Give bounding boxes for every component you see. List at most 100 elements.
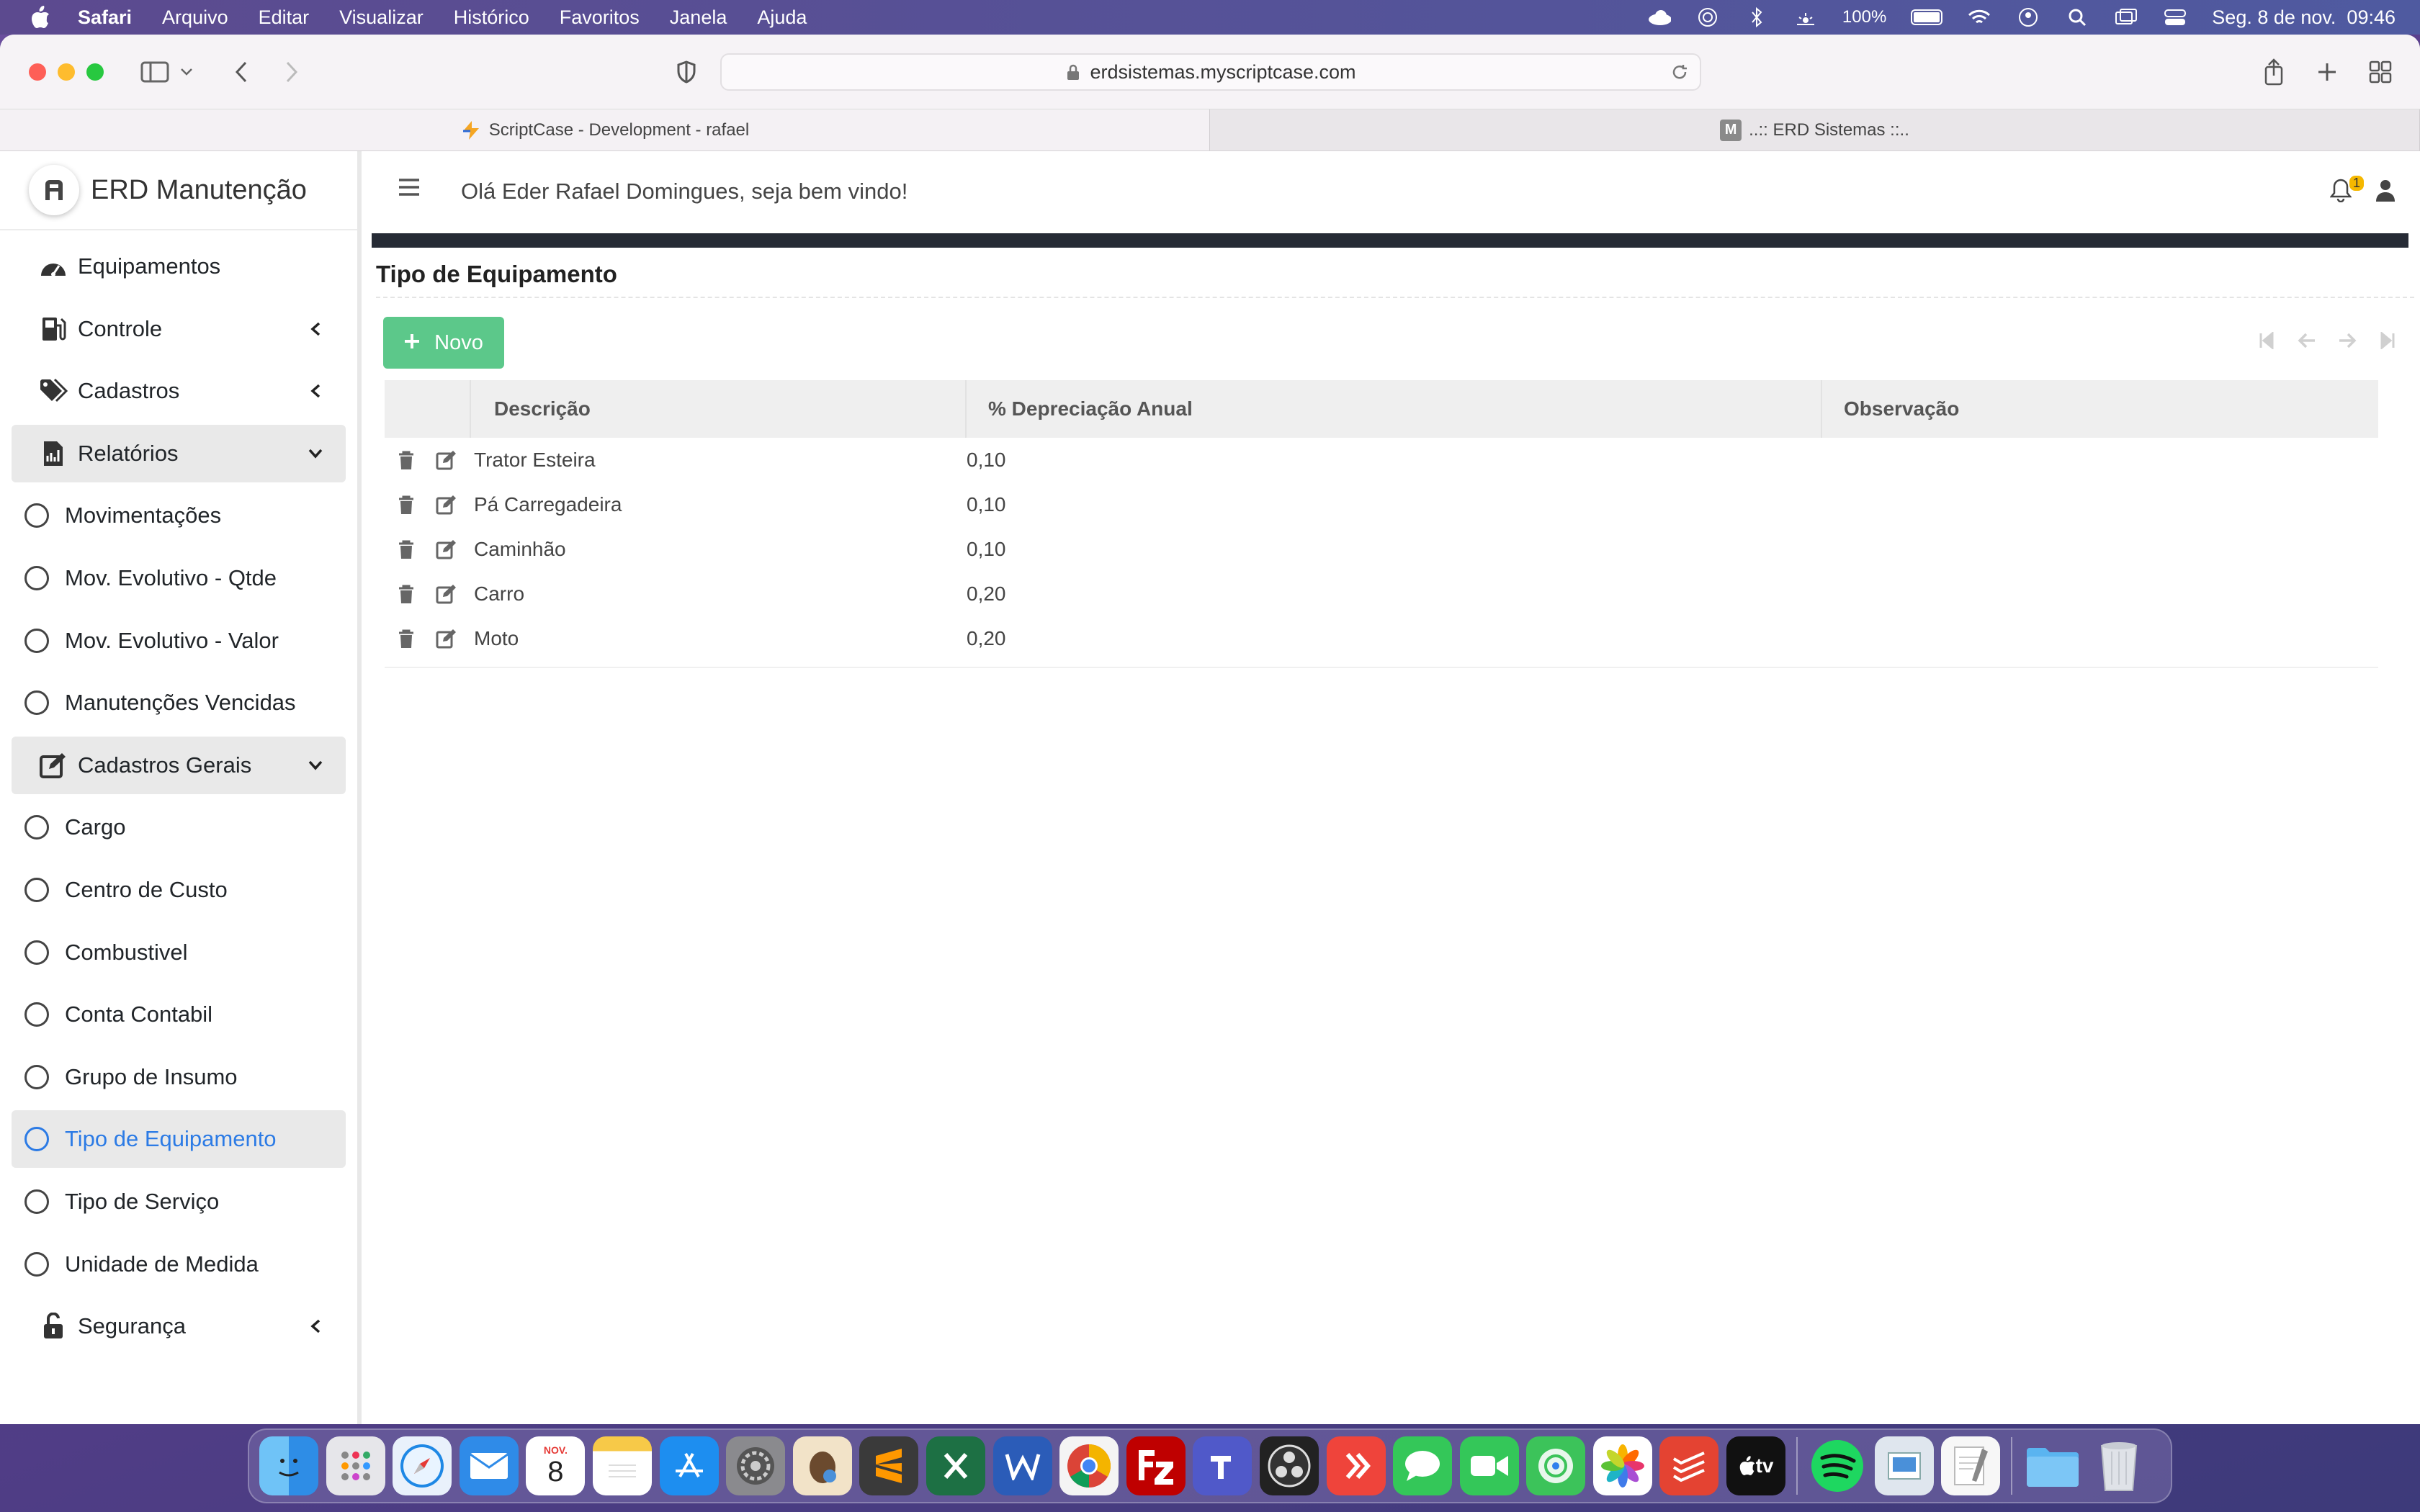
sidebar-item-combustivel[interactable]: Combustivel: [12, 924, 346, 981]
notification-bell-icon[interactable]: 1: [2325, 174, 2364, 206]
trash-icon[interactable]: [395, 627, 418, 650]
tab-erd-sistemas[interactable]: M ..:: ERD Sistemas ::..: [1210, 109, 2420, 150]
trash-icon[interactable]: [395, 493, 418, 516]
column-header-depreciacao[interactable]: % Depreciação Anual: [967, 380, 1822, 438]
edit-icon[interactable]: [435, 582, 458, 606]
next-page-icon[interactable]: [2335, 328, 2360, 353]
menu-arquivo[interactable]: Arquivo: [162, 6, 228, 29]
app-store-icon[interactable]: [659, 1436, 719, 1495]
icloud-icon[interactable]: [1646, 6, 1671, 28]
sidebar-item-cadastros[interactable]: Cadastros: [12, 362, 346, 420]
sidebar-item-mov-evolutivo-qtde[interactable]: Mov. Evolutivo - Qtde: [12, 549, 346, 607]
zoom-window-button[interactable]: [86, 63, 104, 81]
calendar-icon[interactable]: NOV. 8: [526, 1436, 586, 1495]
brand[interactable]: ERD Manutenção: [0, 151, 357, 230]
minimize-window-button[interactable]: [58, 63, 75, 81]
apple-icon[interactable]: [27, 4, 53, 30]
screen-mirroring-icon[interactable]: [2114, 6, 2138, 28]
hamburger-menu-icon[interactable]: [395, 173, 424, 202]
launchpad-icon[interactable]: [326, 1436, 385, 1495]
brightness-icon[interactable]: [1793, 6, 1818, 28]
photos-icon[interactable]: [1592, 1436, 1652, 1495]
chrome-icon[interactable]: [1059, 1436, 1119, 1495]
sidebar-item-grupo-de-insumo[interactable]: Grupo de Insumo: [12, 1048, 346, 1106]
column-header-observacao[interactable]: Observação: [1822, 380, 2378, 438]
messages-icon[interactable]: [1393, 1436, 1453, 1495]
textedit-icon[interactable]: [1941, 1436, 2001, 1495]
wifi-icon[interactable]: [1967, 6, 1991, 28]
user-profile-icon[interactable]: [2371, 174, 2400, 206]
sidebar-item-tipo-de-equipamento[interactable]: Tipo de Equipamento: [12, 1110, 346, 1169]
system-preferences-icon[interactable]: [726, 1436, 786, 1495]
sidebar-item-cadastros-gerais[interactable]: Cadastros Gerais: [12, 736, 346, 794]
trash-icon[interactable]: [395, 449, 418, 472]
reload-icon[interactable]: [1671, 63, 1688, 86]
clock-datetime[interactable]: Seg. 8 de nov. 09:46: [2212, 6, 2396, 29]
previous-page-icon[interactable]: [2295, 328, 2319, 353]
apple-tv-icon[interactable]: tv: [1726, 1436, 1786, 1495]
back-icon[interactable]: [225, 56, 258, 88]
preview-icon[interactable]: [1874, 1436, 1934, 1495]
sidebar-item-controle[interactable]: Controle: [12, 300, 346, 358]
forward-icon[interactable]: [275, 56, 308, 88]
sidebar-toggle-icon[interactable]: [138, 56, 171, 88]
sidebar-item-centro-de-custo[interactable]: Centro de Custo: [12, 861, 346, 919]
obs-studio-icon[interactable]: [1259, 1436, 1319, 1495]
sidebar-item-conta-contabil[interactable]: Conta Contabil: [12, 986, 346, 1043]
trash-icon[interactable]: [2089, 1436, 2148, 1495]
airdrop-icon[interactable]: [1695, 6, 1720, 28]
sidebar-item-cargo[interactable]: Cargo: [12, 798, 346, 856]
edit-icon[interactable]: [435, 538, 458, 561]
address-bar[interactable]: erdsistemas.myscriptcase.com: [720, 53, 1701, 91]
control-center-icon[interactable]: [2163, 6, 2187, 28]
menu-ajuda[interactable]: Ajuda: [757, 6, 807, 29]
mail-icon[interactable]: [459, 1436, 519, 1495]
spotlight-search-icon[interactable]: [2065, 6, 2089, 28]
sidebar-item-tipo-de-servico[interactable]: Tipo de Serviço: [12, 1173, 346, 1230]
menu-favoritos[interactable]: Favoritos: [560, 6, 640, 29]
user-account-icon[interactable]: [2016, 6, 2040, 28]
edit-icon[interactable]: [435, 627, 458, 650]
new-tab-icon[interactable]: [2311, 56, 2344, 88]
new-record-button[interactable]: Novo: [383, 317, 504, 369]
chevron-down-icon[interactable]: [176, 56, 197, 88]
find-my-icon[interactable]: [1526, 1436, 1586, 1495]
anydesk-icon[interactable]: [1326, 1436, 1386, 1495]
sidebar-item-relatorios[interactable]: Relatórios: [12, 424, 346, 482]
trash-icon[interactable]: [395, 538, 418, 561]
close-window-button[interactable]: [29, 63, 46, 81]
sublime-text-icon[interactable]: [859, 1436, 919, 1495]
sidebar-item-equipamentos[interactable]: Equipamentos: [12, 238, 346, 295]
word-icon[interactable]: [992, 1436, 1052, 1495]
sidebar-item-mov-evolutivo-valor[interactable]: Mov. Evolutivo - Valor: [12, 612, 346, 670]
first-page-icon[interactable]: [2254, 328, 2279, 353]
sequel-db-icon[interactable]: [792, 1436, 852, 1495]
safari-icon[interactable]: [393, 1436, 452, 1495]
tab-scriptcase[interactable]: ScriptCase - Development - rafael: [0, 109, 1210, 150]
menu-editar[interactable]: Editar: [259, 6, 310, 29]
notes-icon[interactable]: [592, 1436, 652, 1495]
sidebar-item-seguranca[interactable]: Segurança: [12, 1297, 346, 1355]
column-header-descricao[interactable]: Descrição: [471, 380, 967, 438]
teams-icon[interactable]: [1193, 1436, 1252, 1495]
excel-icon[interactable]: [926, 1436, 985, 1495]
todoist-icon[interactable]: [1659, 1436, 1719, 1495]
spotify-icon[interactable]: [1808, 1436, 1867, 1495]
filezilla-icon[interactable]: [1126, 1436, 1186, 1495]
bluetooth-icon[interactable]: [1744, 6, 1769, 28]
finder-icon[interactable]: [259, 1436, 318, 1495]
menu-visualizar[interactable]: Visualizar: [339, 6, 424, 29]
folder-icon[interactable]: [2023, 1436, 2082, 1495]
battery-icon[interactable]: [1911, 9, 1943, 25]
edit-icon[interactable]: [435, 493, 458, 516]
tab-overview-icon[interactable]: [2364, 56, 2397, 88]
menu-safari[interactable]: Safari: [78, 6, 132, 29]
edit-icon[interactable]: [435, 449, 458, 472]
facetime-icon[interactable]: [1459, 1436, 1519, 1495]
sidebar-item-unidade-de-medida[interactable]: Unidade de Medida: [12, 1236, 346, 1293]
menu-historico[interactable]: Histórico: [454, 6, 529, 29]
sidebar-item-manutencoes-vencidas[interactable]: Manutenções Vencidas: [12, 674, 346, 732]
menu-janela[interactable]: Janela: [670, 6, 727, 29]
sidebar-item-movimentacoes[interactable]: Movimentações: [12, 487, 346, 544]
privacy-shield-icon[interactable]: [670, 56, 703, 88]
